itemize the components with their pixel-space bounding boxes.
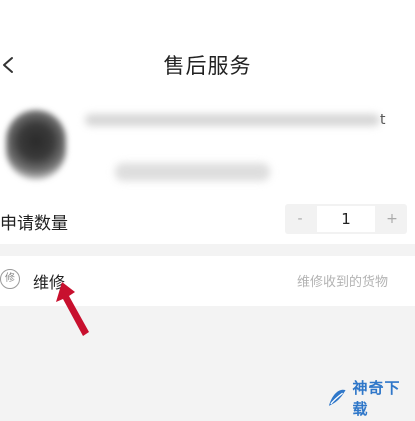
quantity-row: 申请数量 - 1 + bbox=[0, 200, 415, 244]
decrease-button[interactable]: - bbox=[285, 204, 315, 234]
product-thumbnail bbox=[6, 110, 66, 180]
quantity-stepper: - 1 + bbox=[285, 204, 407, 234]
product-card: t bbox=[0, 100, 415, 200]
annotation-arrow-icon bbox=[56, 282, 89, 336]
product-name-blurred bbox=[85, 114, 380, 126]
watermark-text: 神奇下载 bbox=[352, 379, 401, 418]
repair-icon: 修 bbox=[0, 269, 20, 289]
quantity-label: 申请数量 bbox=[0, 214, 68, 234]
product-name-mark: t bbox=[380, 112, 386, 128]
watermark: 神奇下载 bbox=[325, 379, 415, 418]
quantity-value[interactable]: 1 bbox=[317, 206, 375, 232]
product-spec-blurred bbox=[115, 163, 270, 181]
service-option-description: 维修收到的货物 bbox=[296, 275, 388, 290]
increase-button[interactable]: + bbox=[377, 204, 407, 234]
page-title: 售后服务 bbox=[163, 54, 252, 78]
section-divider bbox=[0, 244, 415, 256]
watermark-logo-icon bbox=[328, 389, 346, 406]
